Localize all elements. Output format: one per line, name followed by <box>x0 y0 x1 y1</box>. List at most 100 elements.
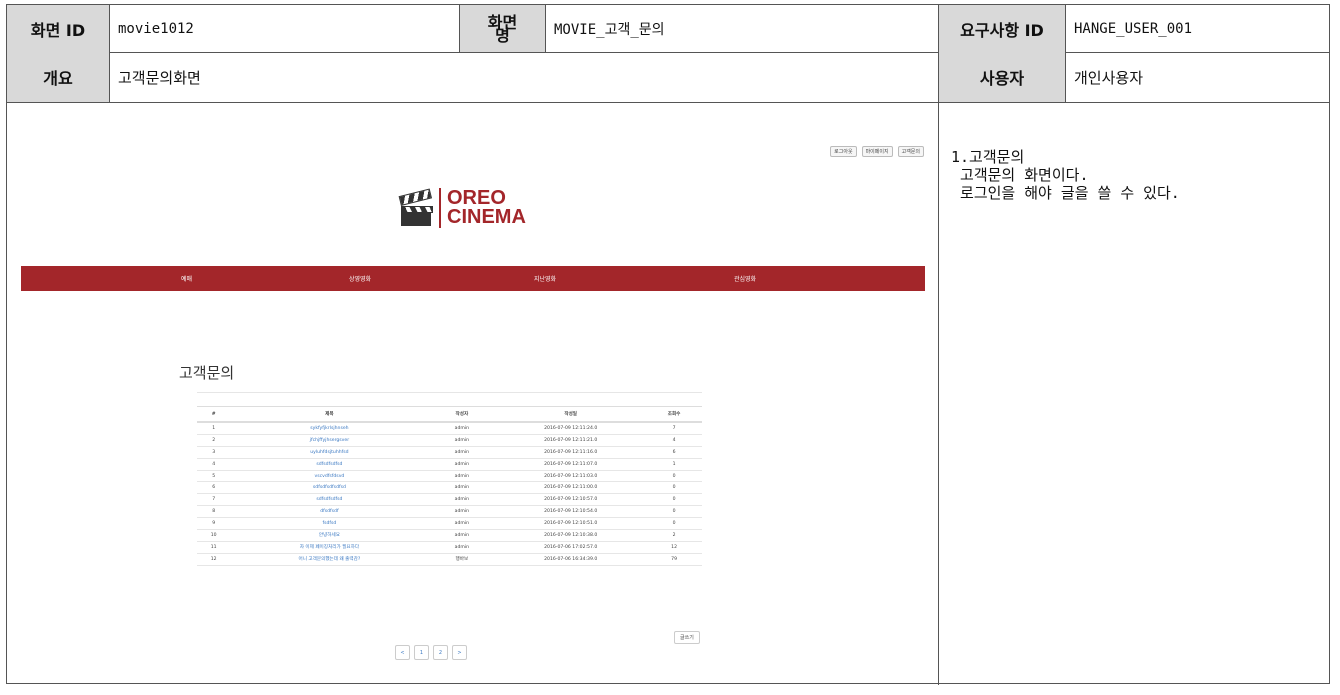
row-views: 0 <box>646 469 702 482</box>
row-date: 2016-07-09 12:11:16.0 <box>495 445 647 459</box>
row-views: 0 <box>646 481 702 494</box>
table-row[interactable]: 5 vscvdfsfdsvd admin 2016-07-09 12:11:03.0 0 <box>197 469 702 482</box>
req-id-label: 요구사항 ID <box>939 5 1066 52</box>
screen-id-value: movie1012 <box>110 5 460 52</box>
row-title[interactable]: 어니 고객문의했는데 왜 출력감? <box>230 552 429 566</box>
col-author: 작성자 <box>428 406 496 423</box>
row-views: 0 <box>646 517 702 530</box>
row-date: 2016-07-09 12:11:21.0 <box>495 433 647 447</box>
description: 1.고객문의 고객문의 화면이다. 로그인을 해야 글을 쓸 수 있다. <box>951 148 1180 202</box>
table-row[interactable]: 6 sdfsdfsdfsdfsd admin 2016-07-09 12:11:00.… <box>197 481 702 494</box>
row-date: 2016-07-09 12:10:57.0 <box>495 493 647 506</box>
row-date: 2016-07-09 12:11:03.0 <box>495 469 647 482</box>
row-date: 2016-07-09 12:10:51.0 <box>495 517 647 530</box>
row-number: 6 <box>197 481 231 494</box>
row-author: admin <box>428 540 496 554</box>
table-row[interactable]: 1 sykfyfjkrlsjhnseh admin 2016-07-09 12:11:… <box>197 421 702 435</box>
row-views: 79 <box>646 552 702 566</box>
logout-link[interactable]: 로그아웃 <box>830 146 857 157</box>
row-number: 10 <box>197 529 231 542</box>
row-number: 7 <box>197 493 231 506</box>
row-views: 1 <box>646 457 702 471</box>
row-title[interactable]: jfchjffyjhsergsver <box>230 433 429 447</box>
top-links: 로그아웃 마이페이지 고객문의 <box>830 146 924 157</box>
row-author: admin <box>428 505 496 518</box>
table-row[interactable]: 4 sdfsdfsdfsd admin 2016-07-09 12:11:07.0 1 <box>197 457 702 471</box>
spec-sheet: 화면 ID movie1012 화면명 MOVIE_고객_문의 요구사항 ID … <box>6 4 1330 685</box>
row-title[interactable]: sykfyfjkrlsjhnseh <box>230 421 429 435</box>
main-nav: 예매 상영영화 지난영화 관심영화 <box>21 266 925 291</box>
row-number: 2 <box>197 433 231 447</box>
row-title[interactable]: fsdfsd <box>230 517 429 530</box>
nav-item-past-movies[interactable]: 지난영화 <box>534 274 556 283</box>
row-title[interactable]: sdfsdfsdfsd <box>230 493 429 506</box>
pager-page-1[interactable]: 1 <box>414 645 429 660</box>
screen-name-label-text: 화면명 <box>487 12 518 45</box>
col-views: 조회수 <box>646 406 702 423</box>
row-title[interactable]: sdfsdfsdfsd <box>230 457 429 471</box>
row-views: 2 <box>646 529 702 542</box>
overview-label: 개요 <box>7 52 110 102</box>
logo-line-2: CINEMA <box>447 206 526 228</box>
row-views: 0 <box>646 505 702 518</box>
row-date: 2016-07-06 17:02:57.0 <box>495 540 647 554</box>
table-row[interactable]: 2 jfchjffyjhsergsver admin 2016-07-09 12:11… <box>197 433 702 447</box>
screen-id-label: 화면 ID <box>7 5 110 52</box>
table-row[interactable]: 12 어니 고객문의했는데 왜 출력감? 행바보 2016-07-06 16:34:3… <box>197 552 702 566</box>
row-date: 2016-07-09 12:10:54.0 <box>495 505 647 518</box>
col-title: 제목 <box>230 406 429 423</box>
col-date: 작성일 <box>495 406 647 423</box>
table-row[interactable]: 7 sdfsdfsdfsd admin 2016-07-09 12:10:57.0 0 <box>197 493 702 506</box>
page-title: 고객문의 <box>179 364 235 382</box>
row-views: 4 <box>646 433 702 447</box>
row-title[interactable]: 자 이제 페이징처리가 필요하다 <box>230 540 429 554</box>
row-date: 2016-07-09 12:10:38.0 <box>495 529 647 542</box>
table-row[interactable]: 3 uyluhfdsjtuhhfsd admin 2016-07-09 12:11:1… <box>197 445 702 459</box>
req-id-value: HANGE_USER_001 <box>1074 20 1193 37</box>
row-date: 2016-07-09 12:11:24.0 <box>495 421 647 435</box>
support-link[interactable]: 고객문의 <box>897 146 924 157</box>
table-row[interactable]: 9 fsdfsd admin 2016-07-09 12:10:51.0 0 <box>197 517 702 530</box>
row-date: 2016-07-06 16:34:39.0 <box>495 552 647 566</box>
nav-item-now-showing[interactable]: 상영영화 <box>349 274 371 283</box>
row-views: 6 <box>646 445 702 459</box>
row-author: admin <box>428 445 496 459</box>
row-views: 7 <box>646 421 702 435</box>
pager-next[interactable]: > <box>452 645 467 660</box>
row-title[interactable]: sdfsdfsdfsdfsd <box>230 481 429 494</box>
row-views: 12 <box>646 540 702 554</box>
logo-divider <box>439 188 441 228</box>
logo-text: OREO CINEMA <box>447 188 526 228</box>
row-title[interactable]: vscvdfsfdsvd <box>230 469 429 482</box>
col-number: # <box>197 406 231 423</box>
row-date: 2016-07-09 12:11:07.0 <box>495 457 647 471</box>
row-title[interactable]: 안녕하세요 <box>230 529 429 542</box>
row-number: 4 <box>197 457 231 471</box>
site-logo[interactable]: OREO CINEMA <box>398 188 526 228</box>
screen-name-label: 화면명 <box>460 5 546 52</box>
row-views: 0 <box>646 493 702 506</box>
screen-preview: 로그아웃 마이페이지 고객문의 OREO CINEMA 예매 상영영화 지난영화… <box>7 102 939 685</box>
table-row[interactable]: 11 자 이제 페이징처리가 필요하다 admin 2016-07-06 17:02:… <box>197 540 702 554</box>
nav-item-reserve[interactable]: 예매 <box>181 274 192 283</box>
row-number: 11 <box>197 540 231 554</box>
write-button[interactable]: 글쓰기 <box>674 631 700 644</box>
pager-prev[interactable]: < <box>395 645 410 660</box>
row-title[interactable]: uyluhfdsjtuhhfsd <box>230 445 429 459</box>
pagination: < 1 2 > <box>395 645 467 660</box>
row-author: admin <box>428 421 496 435</box>
row-author: admin <box>428 493 496 506</box>
table-row[interactable]: 8 dfsdfsdf admin 2016-07-09 12:10:54.0 0 <box>197 505 702 518</box>
row-author: admin <box>428 469 496 482</box>
spec-header-row: 화면 ID movie1012 화면명 MOVIE_고객_문의 요구사항 ID … <box>7 5 1329 53</box>
row-title[interactable]: dfsdfsdf <box>230 505 429 518</box>
row-number: 5 <box>197 469 231 482</box>
nav-item-favorites[interactable]: 관심영화 <box>734 274 756 283</box>
mypage-link[interactable]: 마이페이지 <box>861 146 893 157</box>
screen-name-value: MOVIE_고객_문의 <box>546 5 939 52</box>
pager-page-2[interactable]: 2 <box>433 645 448 660</box>
clapperboard-icon <box>398 188 433 226</box>
table-row[interactable]: 10 안녕하세요 admin 2016-07-09 12:10:38.0 2 <box>197 529 702 542</box>
row-number: 1 <box>197 421 231 435</box>
inquiry-table: # 제목 작성자 작성일 조회수 1 sykfyfjkrlsjhnseh admin… <box>197 406 702 566</box>
